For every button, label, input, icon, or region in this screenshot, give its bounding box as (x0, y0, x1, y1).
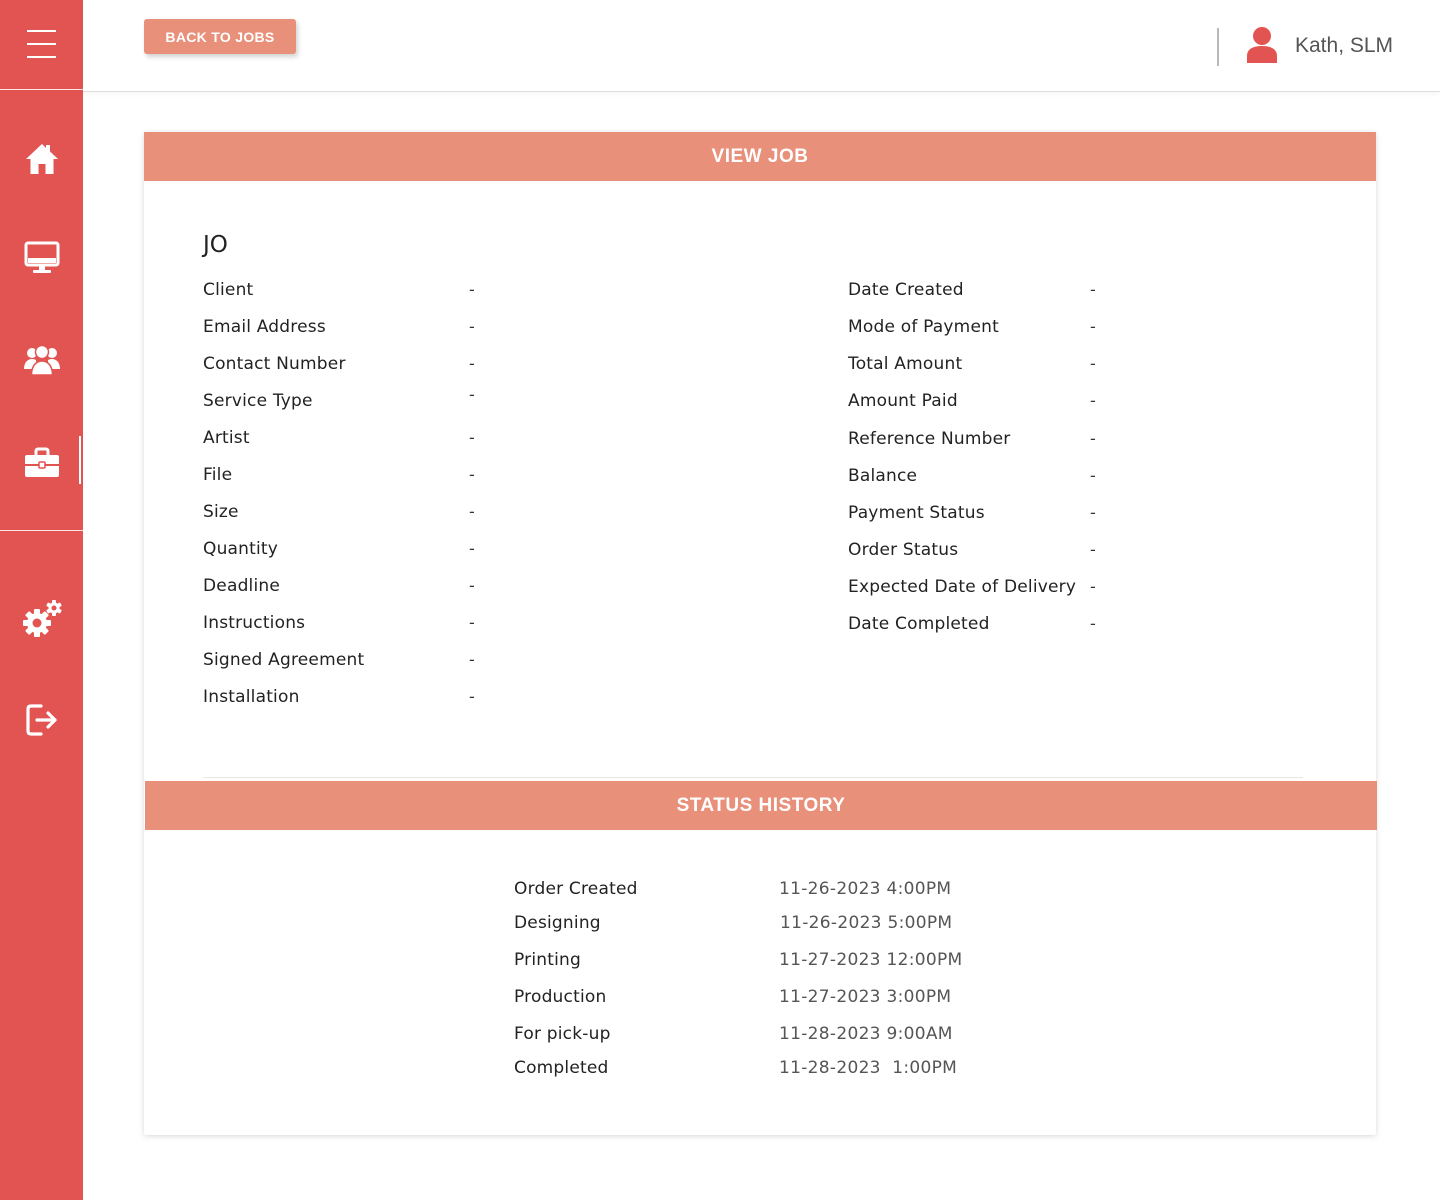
field-label: Reference Number (848, 429, 1011, 449)
field-label: Size (203, 502, 239, 522)
topbar: BACK TO JOBS Kath, SLM (83, 0, 1440, 92)
view-job-card: VIEW JOB JO Client - Email Address - Con… (144, 132, 1377, 1135)
field-value: - (1090, 614, 1096, 633)
field-value: - (1090, 503, 1096, 522)
field-label: Instructions (203, 613, 306, 633)
back-to-jobs-button[interactable]: BACK TO JOBS (144, 19, 296, 54)
field-value: - (1090, 540, 1096, 559)
status-history-header: STATUS HISTORY (145, 781, 1377, 830)
status-history-label: For pick-up (514, 1024, 611, 1044)
field-label: File (203, 465, 233, 485)
status-history-label: Order Created (514, 879, 638, 899)
briefcase-icon (24, 447, 59, 477)
field-value: - (469, 317, 475, 336)
field-value: - (1090, 577, 1096, 596)
field-value: - (1090, 429, 1096, 448)
status-history-time: 11-27-2023 3:00PM (779, 987, 952, 1007)
field-value: - (469, 687, 475, 706)
field-label: Deadline (203, 576, 281, 596)
field-label: Artist (203, 428, 250, 448)
user-name[interactable]: Kath, SLM (1295, 34, 1393, 58)
monitor-icon (24, 241, 59, 273)
status-history-label: Production (514, 987, 607, 1007)
field-label: Order Status (848, 540, 959, 560)
field-label: Total Amount (848, 354, 963, 374)
job-order-title: JO (203, 232, 228, 258)
field-value: - (469, 576, 475, 595)
sidebar-item-logout[interactable] (0, 690, 83, 750)
logout-icon (25, 704, 57, 736)
view-job-header: VIEW JOB (144, 132, 1376, 181)
sidebar-item-settings[interactable] (0, 588, 83, 648)
sidebar-item-home[interactable] (0, 129, 83, 189)
field-label: Service Type (203, 391, 313, 411)
field-value: - (469, 502, 475, 521)
field-value: - (1090, 466, 1096, 485)
sidebar-item-monitor[interactable] (0, 228, 83, 288)
field-label: Payment Status (848, 503, 985, 523)
home-icon (25, 144, 58, 174)
section-divider (203, 777, 1303, 778)
sidebar (0, 0, 83, 1200)
field-label: Expected Date of Delivery (848, 577, 1077, 597)
users-icon (23, 344, 60, 376)
status-history-time: 11-28-2023 9:00AM (779, 1024, 953, 1044)
status-history-label: Completed (514, 1058, 609, 1078)
status-history-time: 11-26-2023 5:00PM (780, 913, 953, 933)
field-label: Amount Paid (848, 391, 958, 411)
field-value: - (1090, 280, 1096, 299)
field-value: - (469, 280, 475, 299)
status-history-time: 11-26-2023 4:00PM (779, 879, 952, 899)
sidebar-item-jobs[interactable] (0, 433, 83, 493)
status-history-time: 11-27-2023 12:00PM (779, 950, 963, 970)
field-value: - (469, 385, 475, 404)
field-label: Client (203, 280, 254, 300)
field-label: Mode of Payment (848, 317, 999, 337)
field-value: - (469, 354, 475, 373)
field-value: - (469, 428, 475, 447)
field-value: - (1090, 391, 1096, 410)
field-label: Signed Agreement (203, 650, 365, 670)
hamburger-menu-icon[interactable] (0, 0, 83, 90)
status-history-label: Designing (514, 913, 601, 933)
sidebar-divider (0, 530, 83, 531)
gears-icon (22, 600, 62, 637)
field-label: Email Address (203, 317, 326, 337)
field-value: - (469, 539, 475, 558)
field-label: Quantity (203, 539, 279, 559)
field-label: Contact Number (203, 354, 346, 374)
field-label: Balance (848, 466, 918, 486)
field-value: - (469, 613, 475, 632)
field-value: - (469, 465, 475, 484)
status-history-label: Printing (514, 950, 581, 970)
field-value: - (469, 650, 475, 669)
field-label: Date Completed (848, 614, 990, 634)
user-separator (1217, 28, 1219, 66)
field-label: Installation (203, 687, 300, 707)
field-value: - (1090, 354, 1096, 373)
user-avatar-icon[interactable] (1246, 26, 1278, 64)
field-value: - (1090, 317, 1096, 336)
status-history-time: 11-28-2023 1:00PM (779, 1058, 958, 1078)
field-label: Date Created (848, 280, 964, 300)
sidebar-item-clients[interactable] (0, 329, 83, 389)
